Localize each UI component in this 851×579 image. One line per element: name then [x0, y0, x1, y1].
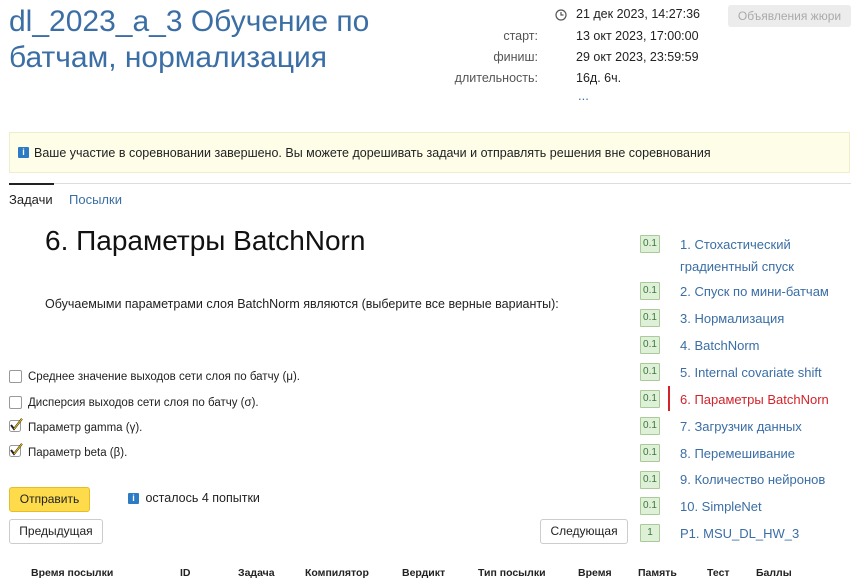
- checkbox-checked[interactable]: [9, 418, 23, 432]
- tab-submissions[interactable]: Посылки: [69, 192, 122, 207]
- jury-announcements-button[interactable]: Объявления жюри: [728, 5, 851, 27]
- sidebar-item-active[interactable]: 6. Параметры BatchNorn: [680, 389, 829, 411]
- score-badge: 0.1: [640, 497, 660, 515]
- column-header[interactable]: Вердикт: [402, 567, 445, 579]
- attempts-info: i осталось 4 попытки: [128, 491, 260, 505]
- column-header[interactable]: Тип посылки: [478, 567, 546, 579]
- participation-notice: i Ваше участие в соревновании завершено.…: [9, 132, 850, 173]
- option-label: Параметр beta (β).: [28, 447, 128, 459]
- tabs-divider: [9, 183, 851, 184]
- score-badge: 0.1: [640, 471, 660, 489]
- score-badge: 0.1: [640, 282, 660, 300]
- task-title: 6. Параметры BatchNorn: [45, 225, 366, 256]
- sidebar-item[interactable]: P1. MSU_DL_HW_3: [680, 523, 799, 545]
- column-header[interactable]: Компилятор: [305, 567, 369, 579]
- score-badge: 0.1: [640, 363, 660, 381]
- submit-button[interactable]: Отправить: [9, 487, 90, 512]
- option-label: Среднее значение выходов сети слоя по ба…: [28, 371, 300, 383]
- sidebar-item[interactable]: 4. BatchNorm: [680, 335, 759, 357]
- score-badge: 0.1: [640, 390, 660, 408]
- start-value: 13 окт 2023, 17:00:00: [576, 29, 699, 43]
- score-badge: 0.1: [640, 417, 660, 435]
- current-time: 21 дек 2023, 14:27:36: [576, 7, 700, 21]
- score-badge: 0.1: [640, 309, 660, 327]
- task-question: Обучаемыми параметрами слоя BatchNorm яв…: [45, 297, 559, 311]
- next-button[interactable]: Следующая: [540, 519, 628, 544]
- column-header[interactable]: Баллы: [756, 567, 792, 579]
- active-item-indicator: [668, 386, 670, 411]
- clock-icon: [555, 8, 567, 21]
- score-badge: 0.1: [640, 235, 660, 253]
- checkmark-icon: [9, 443, 23, 457]
- info-icon: i: [18, 147, 29, 158]
- option-label: Параметр gamma (γ).: [28, 422, 143, 434]
- tab-tasks[interactable]: Задачи: [9, 192, 53, 207]
- sidebar-item[interactable]: 9. Количество нейронов: [680, 469, 825, 491]
- sidebar-item[interactable]: 5. Internal covariate shift: [680, 362, 822, 384]
- score-badge: 0.1: [640, 336, 660, 354]
- notice-text: Ваше участие в соревновании завершено. В…: [34, 146, 711, 160]
- column-header[interactable]: Время посылки: [31, 567, 113, 579]
- sidebar-item[interactable]: 10. SimpleNet: [680, 496, 762, 518]
- duration-label: длительность:: [454, 71, 538, 85]
- column-header[interactable]: Тест: [707, 567, 730, 579]
- duration-value: 16д. 6ч.: [576, 71, 622, 85]
- active-tab-indicator: [9, 183, 54, 185]
- sidebar-item[interactable]: 8. Перемешивание: [680, 443, 795, 465]
- finish-label: финиш:: [493, 50, 538, 64]
- info-icon: i: [128, 493, 139, 505]
- sidebar-item[interactable]: 2. Спуск по мини-батчам: [680, 281, 829, 303]
- column-header[interactable]: Задача: [238, 567, 275, 579]
- option-label: Дисперсия выходов сети слоя по батчу (σ)…: [28, 397, 259, 409]
- column-header[interactable]: Память: [638, 567, 677, 579]
- checkmark-icon: [9, 418, 23, 432]
- sidebar-item[interactable]: 1. Стохастический градиентный спуск: [680, 234, 830, 278]
- finish-value: 29 окт 2023, 23:59:59: [576, 50, 699, 64]
- attempts-text: осталось 4 попытки: [145, 491, 260, 505]
- checkbox-checked[interactable]: [9, 443, 23, 457]
- column-header[interactable]: ID: [180, 567, 191, 579]
- page-title: dl_2023_a_3 Обучение по батчам, нормализ…: [9, 5, 370, 74]
- score-badge: 0.1: [640, 444, 660, 462]
- checkbox[interactable]: [9, 396, 22, 409]
- score-badge: 1: [640, 524, 660, 542]
- column-header[interactable]: Время: [578, 567, 612, 579]
- sidebar-item[interactable]: 3. Нормализация: [680, 308, 784, 330]
- checkbox[interactable]: [9, 370, 22, 383]
- previous-button[interactable]: Предыдущая: [9, 519, 103, 544]
- sidebar-item[interactable]: 7. Загрузчик данных: [680, 416, 802, 438]
- start-label: старт:: [503, 29, 538, 43]
- more-link[interactable]: ...: [578, 88, 589, 103]
